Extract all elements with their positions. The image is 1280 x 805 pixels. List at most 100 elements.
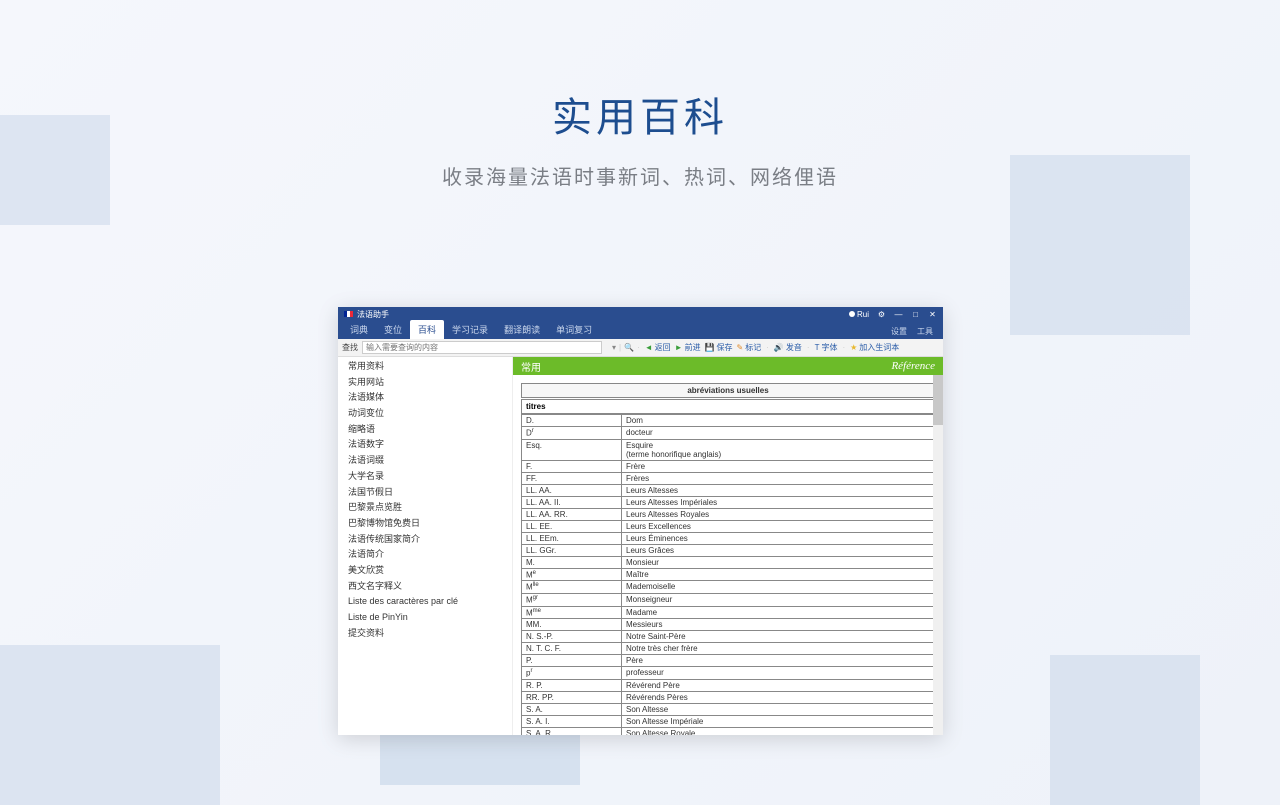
sidebar-item[interactable]: 法语传统国家简介 (338, 532, 512, 548)
abbr-cell: Esq. (522, 439, 622, 460)
sidebar-item[interactable]: 法国节假日 (338, 485, 512, 501)
table-row: MeMaître (522, 568, 935, 581)
abbr-cell: Mgr (522, 593, 622, 606)
settings-icon[interactable]: ⚙ (877, 310, 886, 319)
table-row: LL. EEm.Leurs Éminences (522, 532, 935, 544)
full-cell: Leurs Grâces (622, 544, 935, 556)
toolbar: 查找 ▾ | 🔍 · ◄返回 ►前进 💾保存 ✎标记 · 🔊发音 · T字体 ·… (338, 339, 943, 357)
search-input[interactable] (362, 341, 602, 354)
abbr-cell: Mme (522, 606, 622, 619)
full-cell: docteur (622, 427, 935, 440)
full-cell: Son Altesse Impériale (622, 715, 935, 727)
full-cell: Esquire(terme honorifique anglais) (622, 439, 935, 460)
abbr-cell: FF. (522, 472, 622, 484)
content-header-right: Référence (891, 360, 935, 372)
sidebar-item[interactable]: 大学名录 (338, 469, 512, 485)
full-cell: Mademoiselle (622, 581, 935, 594)
tab-词典[interactable]: 词典 (342, 320, 376, 339)
full-cell: Monseigneur (622, 593, 935, 606)
table-row: P.Père (522, 655, 935, 667)
content-header: 常用 Référence (513, 357, 943, 375)
sidebar-item[interactable]: 法语简介 (338, 547, 512, 563)
sidebar-item[interactable]: 提交资料 (338, 626, 512, 642)
abbr-cell: N. S.-P. (522, 631, 622, 643)
font-button[interactable]: T字体 (815, 342, 838, 353)
section-title: abréviations usuelles (521, 383, 935, 398)
abbr-cell: R. P. (522, 679, 622, 691)
menu-settings[interactable]: 设置 (891, 326, 907, 337)
back-button[interactable]: ◄返回 (645, 342, 671, 353)
full-cell: Frère (622, 460, 935, 472)
abbr-cell: LL. EEm. (522, 532, 622, 544)
sidebar-item[interactable]: 美文欣赏 (338, 563, 512, 579)
addword-button[interactable]: ★加入生词本 (850, 342, 899, 353)
maximize-button[interactable]: □ (911, 310, 920, 319)
sidebar-item[interactable]: Liste de PinYin (338, 610, 512, 626)
table-row: LL. AA. RR.Leurs Altesses Royales (522, 508, 935, 520)
scrollbar-thumb[interactable] (933, 375, 943, 425)
table-row: MlleMademoiselle (522, 581, 935, 594)
subsection-title: titres (521, 399, 935, 414)
content-header-left: 常用 (521, 359, 541, 374)
tab-翻译朗读[interactable]: 翻译朗读 (496, 320, 548, 339)
table-row: MgrMonseigneur (522, 593, 935, 606)
full-cell: Révérends Pères (622, 691, 935, 703)
abbr-cell: MM. (522, 619, 622, 631)
user-label[interactable]: Rui (849, 310, 869, 319)
page-title: 实用百科 (0, 85, 1280, 143)
app-name: 法语助手 (357, 309, 389, 320)
content-area: 常用 Référence abréviations usuelles titre… (513, 357, 943, 735)
abbr-cell: LL. GGr. (522, 544, 622, 556)
mark-button[interactable]: ✎标记 (737, 342, 762, 353)
menubar: 词典变位百科学习记录翻译朗读单词复习 设置 工具 (338, 321, 943, 339)
tab-百科[interactable]: 百科 (410, 320, 444, 339)
full-cell: Messieurs (622, 619, 935, 631)
app-window: 法语助手 Rui ⚙ — □ ✕ 词典变位百科学习记录翻译朗读单词复习 设置 工… (338, 307, 943, 735)
bg-decoration (1050, 655, 1200, 805)
scrollbar[interactable] (933, 375, 943, 735)
table-row: Esq.Esquire(terme honorifique anglais) (522, 439, 935, 460)
menu-tools[interactable]: 工具 (917, 326, 933, 337)
abbr-cell: RR. PP. (522, 691, 622, 703)
sidebar-item[interactable]: 西文名字释义 (338, 579, 512, 595)
close-button[interactable]: ✕ (928, 310, 937, 319)
full-cell: Leurs Excellences (622, 520, 935, 532)
tab-变位[interactable]: 变位 (376, 320, 410, 339)
table-row: M.Monsieur (522, 556, 935, 568)
sidebar-item[interactable]: 实用网站 (338, 375, 512, 391)
table-row: LL. AA. II.Leurs Altesses Impériales (522, 496, 935, 508)
full-cell: Dom (622, 415, 935, 427)
full-cell: Notre Saint-Père (622, 631, 935, 643)
flag-icon (344, 311, 353, 317)
table-row: prprofesseur (522, 667, 935, 680)
tab-学习记录[interactable]: 学习记录 (444, 320, 496, 339)
sidebar-item[interactable]: 法语数字 (338, 437, 512, 453)
pronounce-button[interactable]: 🔊发音 (774, 342, 802, 353)
full-cell: Leurs Éminences (622, 532, 935, 544)
sidebar-item[interactable]: 常用资料 (338, 359, 512, 375)
bg-decoration (0, 645, 220, 805)
save-button[interactable]: 💾保存 (705, 342, 733, 353)
search-icon[interactable]: 🔍 (624, 343, 634, 352)
abbr-cell: Me (522, 568, 622, 581)
sidebar-item[interactable]: 法语媒体 (338, 390, 512, 406)
forward-button[interactable]: ►前进 (675, 342, 701, 353)
sidebar-item[interactable]: Liste des caractères par clé (338, 594, 512, 610)
table-row: N. S.-P.Notre Saint-Père (522, 631, 935, 643)
abbr-cell: LL. EE. (522, 520, 622, 532)
sidebar-item[interactable]: 法语词缀 (338, 453, 512, 469)
table-row: MM.Messieurs (522, 619, 935, 631)
table-row: R. P.Révérend Père (522, 679, 935, 691)
table-row: D.Dom (522, 415, 935, 427)
sidebar-item[interactable]: 动词变位 (338, 406, 512, 422)
tab-单词复习[interactable]: 单词复习 (548, 320, 600, 339)
table-row: RR. PP.Révérends Pères (522, 691, 935, 703)
minimize-button[interactable]: — (894, 310, 903, 319)
full-cell: Leurs Altesses Royales (622, 508, 935, 520)
full-cell: professeur (622, 667, 935, 680)
table-row: LL. GGr.Leurs Grâces (522, 544, 935, 556)
sidebar-item[interactable]: 缩略语 (338, 422, 512, 438)
titlebar: 法语助手 Rui ⚙ — □ ✕ (338, 307, 943, 321)
sidebar-item[interactable]: 巴黎博物馆免费日 (338, 516, 512, 532)
sidebar-item[interactable]: 巴黎景点览胜 (338, 500, 512, 516)
